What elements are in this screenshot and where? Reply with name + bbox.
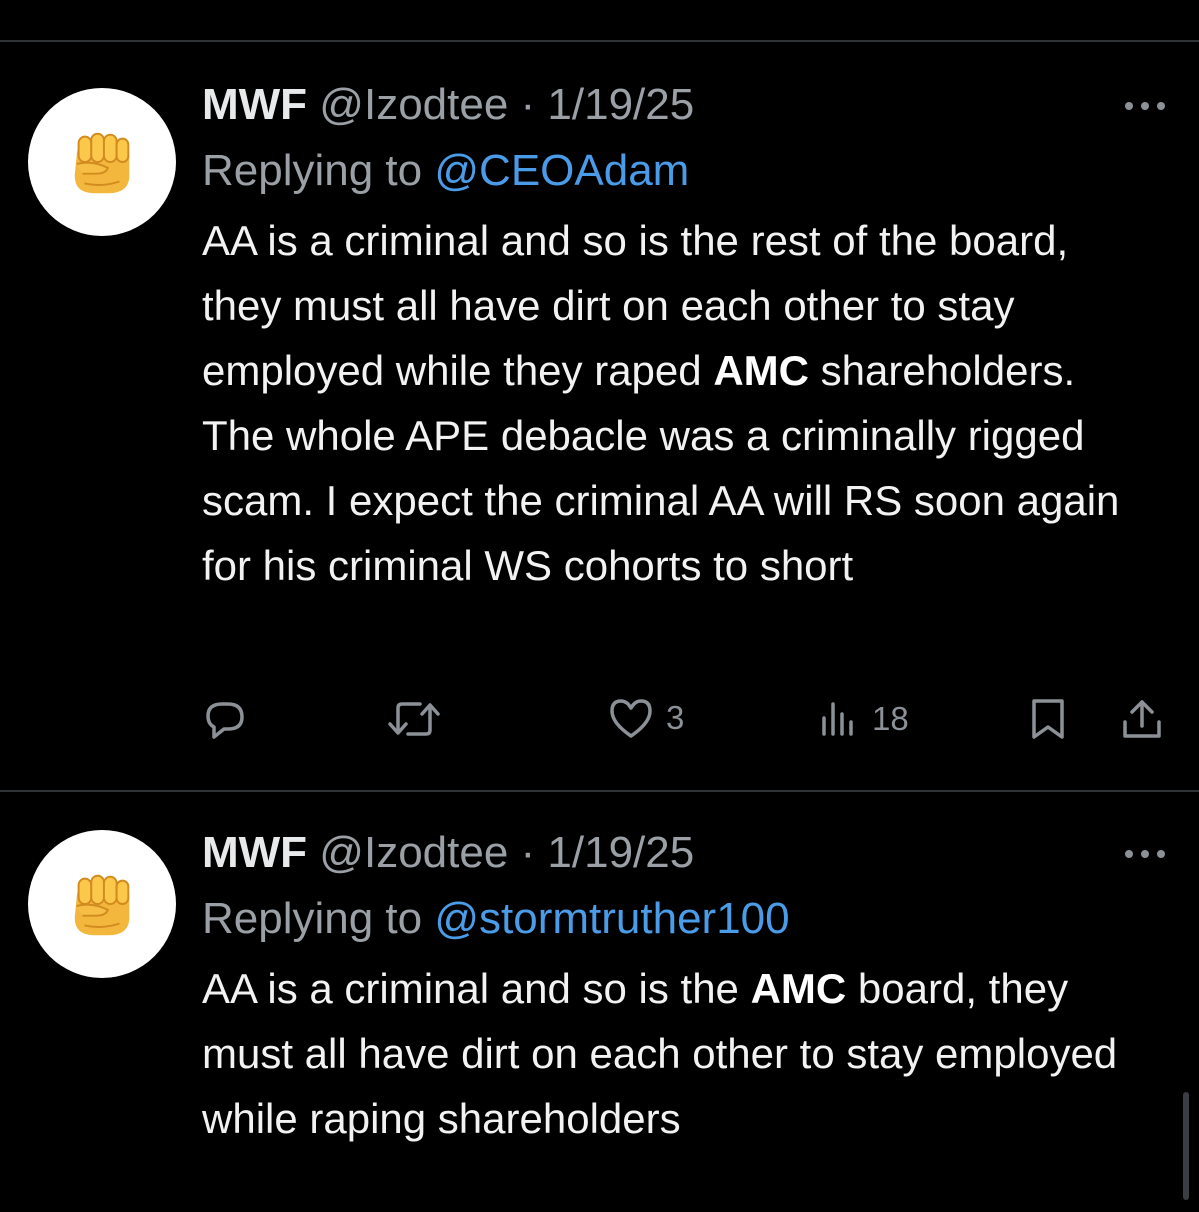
tweet-content: MWF @Izodtee · 1/19/25 Replying to @stor… — [202, 824, 1139, 1151]
tweet-text: AA is a criminal and so is the rest of t… — [202, 208, 1139, 598]
tweet-actions: 3 18 — [202, 696, 1172, 756]
replying-to-handle[interactable]: @CEOAdam — [434, 146, 689, 195]
more-dots-icon[interactable] — [1125, 98, 1169, 114]
tweet-header: MWF @Izodtee · 1/19/25 — [202, 76, 1139, 134]
tweet-content: MWF @Izodtee · 1/19/25 Replying to @CEOA… — [202, 76, 1139, 598]
scrollbar[interactable] — [1183, 1092, 1189, 1200]
raised-fist-emoji-icon — [74, 132, 130, 194]
retweet-button[interactable] — [384, 696, 444, 742]
tweet-text-bold-segment: AMC — [713, 347, 809, 394]
like-count: 3 — [666, 699, 685, 736]
replying-to-line: Replying to @stormtruther100 — [202, 890, 1139, 948]
heart-icon — [610, 699, 652, 738]
share-button[interactable] — [1120, 696, 1164, 742]
views-button[interactable]: 18 — [820, 696, 909, 742]
tweet-text-segment: AA is a criminal and so is the — [202, 965, 751, 1012]
more-dots-icon[interactable] — [1125, 846, 1169, 862]
tweet-text-bold-segment: AMC — [750, 965, 847, 1012]
replying-to-label: Replying to — [202, 146, 423, 195]
bookmark-icon — [1032, 699, 1064, 739]
tweet-text: AA is a criminal and so is the AMC board… — [202, 956, 1139, 1151]
display-name[interactable]: MWF — [202, 828, 307, 877]
replying-to-handle[interactable]: @stormtruther100 — [434, 894, 789, 943]
avatar[interactable] — [28, 830, 176, 978]
separator-dot: · — [520, 828, 536, 877]
reply-icon — [206, 702, 244, 739]
tweet-header: MWF @Izodtee · 1/19/25 — [202, 824, 1139, 882]
retweet-icon — [388, 702, 440, 736]
tweet[interactable]: MWF @Izodtee · 1/19/25 Replying to @stor… — [0, 792, 1199, 1212]
views-icon — [822, 702, 853, 736]
tweet-date[interactable]: 1/19/25 — [547, 80, 694, 129]
replying-to-line: Replying to @CEOAdam — [202, 142, 1139, 200]
separator-dot: · — [520, 80, 536, 129]
user-handle[interactable]: @Izodtee — [319, 80, 508, 129]
user-handle[interactable]: @Izodtee — [319, 828, 508, 877]
like-button[interactable]: 3 — [608, 696, 684, 740]
raised-fist-emoji-icon — [74, 874, 130, 936]
tweet[interactable]: MWF @Izodtee · 1/19/25 Replying to @CEOA… — [0, 42, 1199, 790]
replying-to-label: Replying to — [202, 894, 423, 943]
share-icon — [1123, 700, 1161, 738]
avatar[interactable] — [28, 88, 176, 236]
reply-button[interactable] — [202, 696, 248, 742]
display-name[interactable]: MWF — [202, 80, 307, 129]
bookmark-button[interactable] — [1028, 696, 1068, 742]
tweet-date[interactable]: 1/19/25 — [547, 828, 694, 877]
views-count: 18 — [872, 700, 909, 737]
